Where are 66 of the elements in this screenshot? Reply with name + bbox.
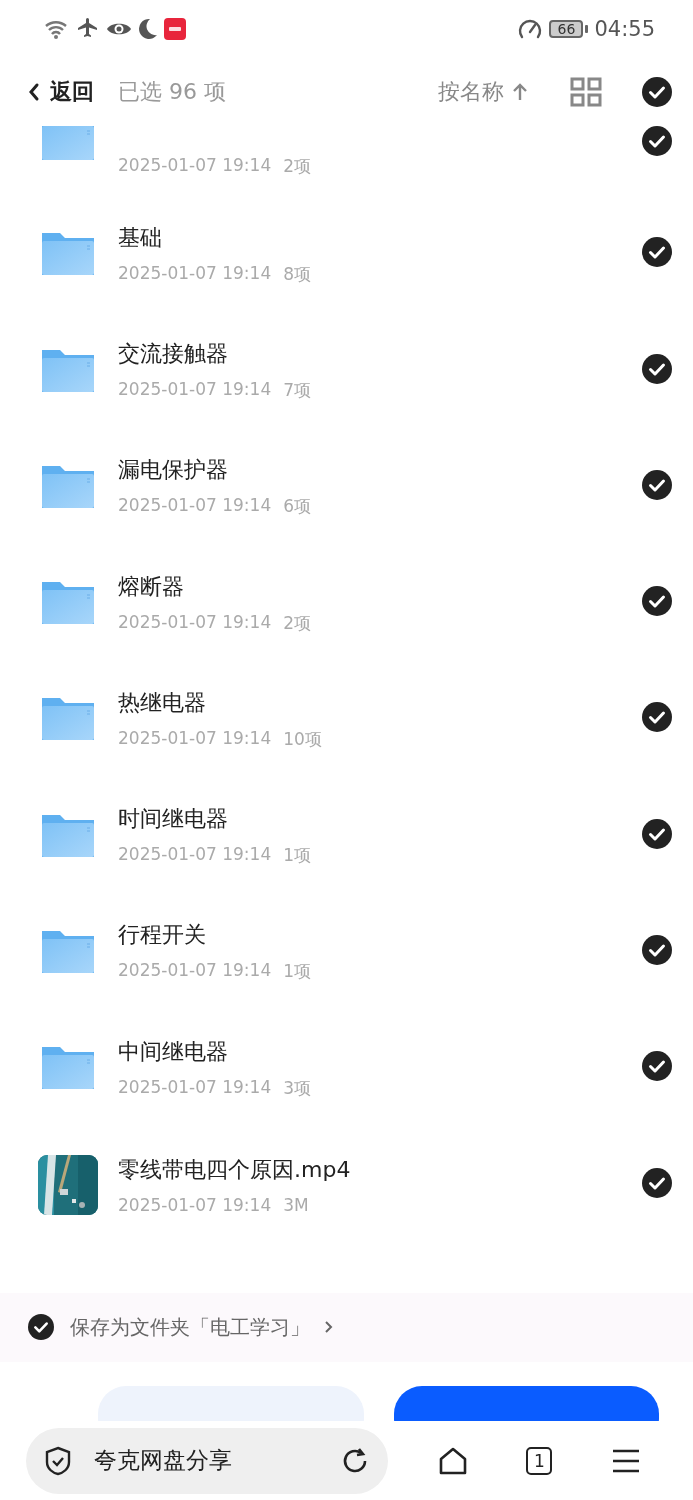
modified-date: 2025-01-07 19:14 xyxy=(118,1076,272,1099)
item-size: 2项 xyxy=(283,155,312,179)
arrow-up-icon xyxy=(512,81,528,102)
checked-icon[interactable] xyxy=(642,76,672,107)
folder-icon xyxy=(40,1045,96,1092)
modified-date: 2025-01-07 19:14 xyxy=(118,727,272,750)
checked-icon[interactable] xyxy=(642,126,672,157)
checked-icon[interactable] xyxy=(642,1051,672,1082)
tab-count[interactable]: 1 xyxy=(526,1446,553,1475)
modified-date: 2025-01-07 19:14 xyxy=(118,960,272,983)
checked-icon[interactable] xyxy=(642,702,672,733)
item-size: 7项 xyxy=(283,379,312,403)
modified-date: 2025-01-07 19:14 xyxy=(118,155,272,178)
file-name: 熔断器 xyxy=(118,572,185,601)
checked-icon[interactable] xyxy=(28,1314,54,1341)
chevron-right-icon xyxy=(324,1320,334,1335)
chevron-left-icon xyxy=(28,81,40,102)
modified-date: 2025-01-07 19:14 xyxy=(118,611,272,634)
clock-time: 04:55 xyxy=(594,16,655,41)
item-size: 8项 xyxy=(283,262,312,286)
modified-date: 2025-01-07 19:14 xyxy=(118,262,272,285)
folder-icon xyxy=(40,347,96,394)
file-name: 交流接触器 xyxy=(118,340,229,369)
item-size: 2项 xyxy=(283,611,312,635)
file-name: 基础 xyxy=(118,223,163,252)
grid-view-icon[interactable] xyxy=(570,76,602,107)
item-size: 10项 xyxy=(283,727,322,751)
sort-button[interactable]: 按名称 xyxy=(438,76,528,107)
folder-icon xyxy=(40,812,96,859)
file-name: 零线带电四个原因.mp4 xyxy=(118,1155,352,1184)
moon-icon xyxy=(138,17,158,40)
checked-icon[interactable] xyxy=(642,586,672,617)
folder-icon xyxy=(40,463,96,510)
selection-count: 已选 96 项 xyxy=(118,77,227,106)
checked-icon[interactable] xyxy=(642,934,672,965)
file-name: 漏电保护器 xyxy=(118,456,229,485)
item-size: 1项 xyxy=(283,960,312,984)
item-size: 3M xyxy=(283,1194,309,1215)
item-size: 3项 xyxy=(283,1076,312,1100)
file-name: 时间继电器 xyxy=(118,805,229,834)
checked-icon[interactable] xyxy=(642,353,672,384)
shield-icon xyxy=(44,1445,72,1476)
page-title: 夸克网盘分享 xyxy=(94,1446,233,1476)
folder-icon xyxy=(40,580,96,627)
folder-icon xyxy=(40,696,96,743)
checked-icon[interactable] xyxy=(642,237,672,268)
app-notification-icon xyxy=(164,17,186,40)
file-name: 行程开关 xyxy=(118,921,207,950)
address-bar[interactable]: 夸克网盘分享 xyxy=(26,1427,388,1494)
item-size: 6项 xyxy=(283,495,312,519)
checked-icon[interactable] xyxy=(642,818,672,849)
folder-icon xyxy=(40,231,96,278)
item-size: 1项 xyxy=(283,844,312,868)
folder-icon xyxy=(40,928,96,975)
save-folder-option[interactable]: 保存为文件夹「电工学习」 xyxy=(70,1313,334,1341)
modified-date: 2025-01-07 19:14 xyxy=(118,844,272,867)
file-name: 中间继电器 xyxy=(118,1037,229,1066)
checked-icon[interactable] xyxy=(642,1167,672,1198)
back-button[interactable]: 返回 xyxy=(28,76,94,107)
modified-date: 2025-01-07 19:14 xyxy=(118,379,272,402)
checked-icon[interactable] xyxy=(642,469,672,500)
file-name: 热继电器 xyxy=(118,688,207,717)
battery-level: 66 xyxy=(549,19,584,38)
modified-date: 2025-01-07 19:14 xyxy=(118,495,272,518)
modified-date: 2025-01-07 19:14 xyxy=(118,1194,272,1215)
speedometer-icon xyxy=(517,17,544,40)
